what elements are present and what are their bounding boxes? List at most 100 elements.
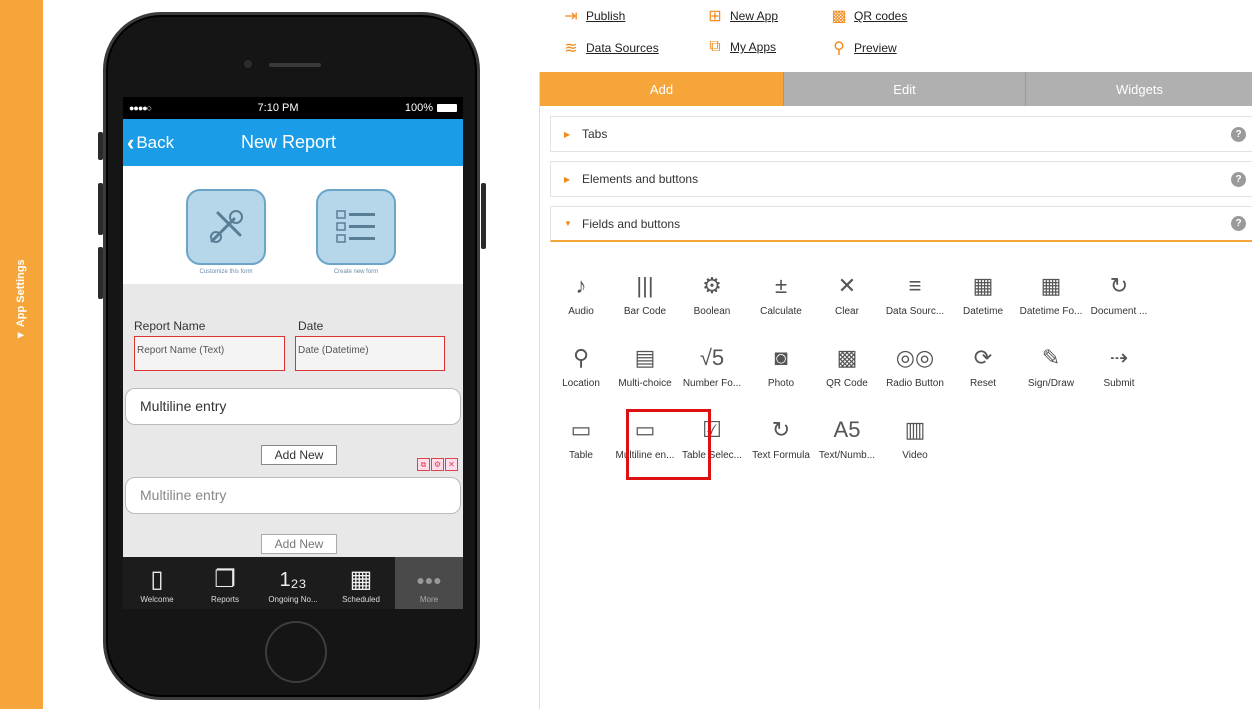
qr-code-icon: ▩ [836, 345, 858, 370]
widget-label: Radio Button [886, 378, 944, 389]
new-app-label: New App [730, 9, 779, 23]
app-builder-page: ▼ App Settings ●●●●○ 7:10 PM 100% ‹ Back [0, 0, 1252, 709]
reset-icon: ⟳ [973, 345, 993, 370]
toggle-icon: ⚙ [702, 273, 722, 298]
widget-submit[interactable]: ⇢ Submit [1086, 343, 1152, 389]
back-button[interactable]: ‹ Back [127, 130, 174, 156]
widget-boolean[interactable]: ⚙ Boolean [679, 271, 745, 317]
widget-label: Calculate [760, 306, 802, 317]
add-new-button-2[interactable]: Add New [261, 534, 337, 554]
section-tabs[interactable]: ▶ Tabs ? [550, 116, 1252, 152]
widget-bar-code[interactable]: ||| Bar Code [612, 271, 678, 317]
my-apps-link[interactable]: ⧉ My Apps [706, 38, 776, 56]
app-settings-sidebar[interactable]: ▼ App Settings [0, 0, 43, 709]
help-icon[interactable]: ? [1231, 126, 1246, 142]
widget-reset[interactable]: ⟳ Reset [950, 343, 1016, 389]
settings-icon[interactable]: ⚙ [431, 458, 444, 471]
text-formula-icon: ↻ [771, 417, 791, 442]
screen-title: New Report [241, 132, 337, 152]
date-field[interactable]: Date (Datetime) [295, 336, 445, 371]
home-button[interactable] [265, 621, 327, 683]
customize-form-tile[interactable] [186, 189, 266, 265]
data-sources-link[interactable]: ≋ Data Sources [562, 38, 658, 58]
widget-text-formula[interactable]: ↻ Text Formula [748, 415, 814, 461]
section-fields[interactable]: ▼ Fields and buttons ? [550, 206, 1252, 242]
tab-scheduled-label: Scheduled [342, 595, 380, 604]
delete-icon[interactable]: ✕ [445, 458, 458, 471]
tab-more[interactable]: ●●● More [395, 557, 463, 609]
back-label: Back [136, 132, 175, 152]
caret-right-icon: ▶ [564, 129, 571, 139]
widget-table[interactable]: ▭ Table [548, 415, 614, 461]
multiline-entry-2[interactable]: Multiline entry [125, 477, 461, 514]
widget-label: Document ... [1090, 306, 1148, 317]
tab-edit[interactable]: Edit [783, 72, 1025, 106]
widget-document[interactable]: ↻ Document ... [1086, 271, 1152, 317]
widget-location[interactable]: ⚲ Location [548, 343, 614, 389]
add-new-button-1[interactable]: Add New [261, 445, 337, 465]
calculator-icon: ± [774, 273, 788, 298]
phone-icon: ▯ [150, 566, 164, 593]
tab-welcome[interactable]: ▯ Welcome [123, 557, 191, 609]
help-icon[interactable]: ? [1231, 216, 1246, 231]
calendar-icon: ▦ [349, 566, 373, 593]
tab-add[interactable]: Add [540, 72, 783, 106]
battery-icon [436, 104, 457, 112]
tab-ongoing[interactable]: 1₂₃ Ongoing No... [259, 557, 327, 609]
report-name-field[interactable]: Report Name (Text) [134, 336, 285, 371]
tab-welcome-label: Welcome [140, 595, 174, 604]
widget-sign-draw[interactable]: ✎ Sign/Draw [1018, 343, 1084, 389]
hero-section: Customize this form Create new form [123, 166, 463, 284]
widget-multi-choice[interactable]: ▤ Multi-choice [612, 343, 678, 389]
video-icon: ▥ [904, 417, 926, 442]
submit-arrow-icon: ⇢ [1109, 345, 1129, 370]
date-label: Date [298, 319, 324, 333]
widget-video[interactable]: ▥ Video [882, 415, 948, 461]
tools-icon [210, 210, 243, 243]
publish-icon: ⇥ [564, 8, 578, 25]
nav-bar: ‹ Back New Report [123, 119, 463, 166]
widget-text-numb[interactable]: A5 Text/Numb... [814, 415, 880, 461]
widget-radio-button[interactable]: ◎◎ Radio Button [882, 343, 948, 389]
create-form-caption: Create new form [333, 269, 379, 275]
tab-widgets[interactable]: Widgets [1025, 72, 1252, 106]
phone-camera [244, 60, 252, 68]
widget-calculate[interactable]: ± Calculate [748, 271, 814, 317]
widget-datetime[interactable]: ▦ Datetime [950, 271, 1016, 317]
help-icon[interactable]: ? [1231, 171, 1246, 187]
tab-reports[interactable]: ❐ Reports [191, 557, 259, 609]
widget-label: Datetime Fo... [1019, 306, 1083, 317]
preview-link[interactable]: ⚲ Preview [830, 38, 897, 58]
widget-label: Audio [568, 306, 594, 317]
publish-link[interactable]: ⇥ Publish [562, 6, 625, 26]
widget-photo[interactable]: ◙ Photo [748, 343, 814, 389]
copy-icon[interactable]: ⧉ [417, 458, 430, 471]
panel-tabs: Add Edit Widgets [540, 72, 1252, 106]
barcode-icon: ||| [636, 273, 654, 298]
datetime-icon: ▦ [972, 273, 994, 298]
phone-speaker [269, 63, 321, 67]
widget-label: QR Code [826, 378, 868, 389]
tab-scheduled[interactable]: ▦ Scheduled [327, 557, 395, 609]
element-tools: ⧉ ⚙ ✕ [417, 458, 458, 471]
create-form-tile[interactable] [316, 189, 396, 265]
widget-number-fo[interactable]: √5 Number Fo... [679, 343, 745, 389]
widget-data-sourc[interactable]: ≡ Data Sourc... [882, 271, 948, 317]
widget-label: Bar Code [623, 306, 667, 317]
widget-datetime-fo[interactable]: ▦ Datetime Fo... [1018, 271, 1084, 317]
qr-codes-link[interactable]: ▩ QR codes [830, 6, 907, 26]
preview-label: Preview [854, 41, 897, 55]
multiline-entry-1[interactable]: Multiline entry [125, 388, 461, 425]
apps-icon: ⧉ [709, 38, 721, 55]
battery-percent: 100% [404, 102, 433, 114]
widget-label: Location [562, 378, 600, 389]
widget-audio[interactable]: ♪ Audio [548, 271, 614, 317]
widget-qr-code[interactable]: ▩ QR Code [814, 343, 880, 389]
new-app-link[interactable]: ⊞ New App [706, 6, 778, 26]
section-elements[interactable]: ▶ Elements and buttons ? [550, 161, 1252, 197]
widget-clear[interactable]: ✕ Clear [814, 271, 880, 317]
phone-tab-bar: ▯ Welcome ❐ Reports 1₂₃ Ongoing No... ▦ … [123, 557, 463, 609]
checklist-icon [336, 210, 375, 243]
widget-label: Multi-choice [618, 378, 672, 389]
app-settings-label[interactable]: ▼ App Settings [15, 259, 27, 340]
